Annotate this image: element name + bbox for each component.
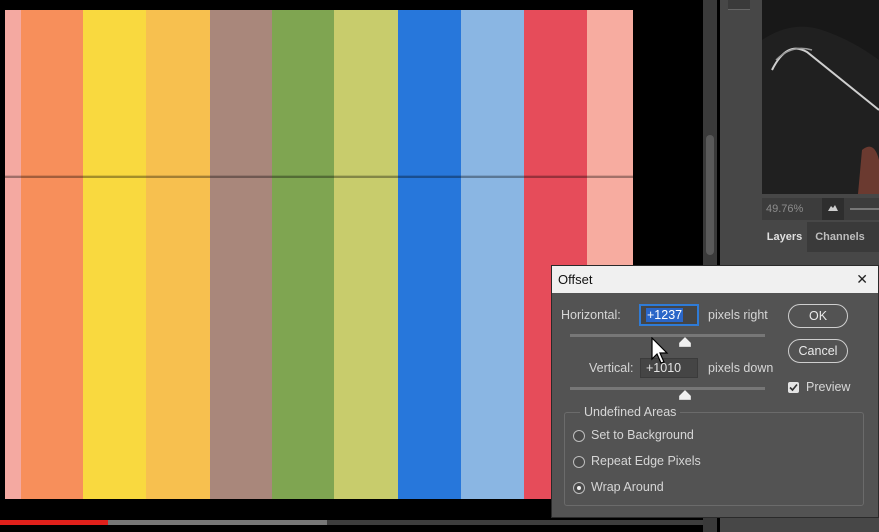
checkmark-icon [789,383,798,392]
chalk-stripe [146,10,210,499]
chalk-stripe [5,10,21,499]
chalk-stripe [398,10,461,499]
chalk-stripe [83,10,146,499]
panel-menu-icon[interactable] [728,0,750,10]
radio-label-wrap-around[interactable]: Wrap Around [591,480,664,494]
vertical-slider[interactable] [570,387,765,390]
chalk-stripe [210,10,272,499]
offset-dialog: Offset ✕ Horizontal: +1237 pixels right … [551,265,879,518]
horizontal-unit: pixels right [708,308,768,322]
dialog-title: Offset [558,272,593,287]
navigator-zoom-bar: 49.76% [762,198,879,220]
preview-label[interactable]: Preview [806,380,850,394]
radio-label-set-to-background[interactable]: Set to Background [591,428,694,442]
tab-layers[interactable]: Layers [762,222,807,252]
radio-set-to-background[interactable] [573,430,585,442]
document-canvas[interactable] [5,10,633,499]
vertical-input[interactable]: +1010 [640,358,698,378]
zoom-slider[interactable] [850,208,879,210]
cancel-button[interactable]: Cancel [788,339,848,363]
horizontal-input[interactable]: +1237 [640,305,698,325]
tab-overflow[interactable] [874,222,879,252]
zoom-out-icon[interactable] [822,198,844,220]
navigator-preview [762,0,879,194]
chalk-stripe [21,10,83,499]
chalk-stripe [461,10,524,499]
radio-repeat-edge-pixels[interactable] [573,456,585,468]
zoom-value[interactable]: 49.76% [766,203,803,215]
panel-tabs: Layers Channels [762,222,879,252]
progress-played [0,520,108,525]
screen: 49.76% Layers Channels Offset ✕ Horizont… [0,0,879,532]
radio-label-repeat-edge-pixels[interactable]: Repeat Edge Pixels [591,454,701,468]
video-progress-bar[interactable] [0,520,703,525]
radio-wrap-around[interactable] [573,482,585,494]
vertical-label: Vertical: [589,361,634,375]
chalk-stripe [334,10,398,499]
undefined-areas-title: Undefined Areas [580,405,681,419]
tab-channels[interactable]: Channels [812,222,868,252]
ok-button[interactable]: OK [788,304,848,328]
horizontal-label: Horizontal: [561,308,621,322]
close-icon[interactable]: ✕ [856,271,868,288]
horizontal-value: +1237 [646,308,684,322]
dialog-titlebar[interactable]: Offset ✕ [552,266,878,293]
offset-seam [5,176,633,178]
mouse-cursor-icon [651,337,669,364]
preview-checkbox[interactable] [788,382,799,393]
chalk-stripe [272,10,334,499]
vertical-unit: pixels down [708,361,774,375]
navigator-thumbnail-icon [762,0,879,194]
scrollbar-thumb[interactable] [706,135,714,255]
